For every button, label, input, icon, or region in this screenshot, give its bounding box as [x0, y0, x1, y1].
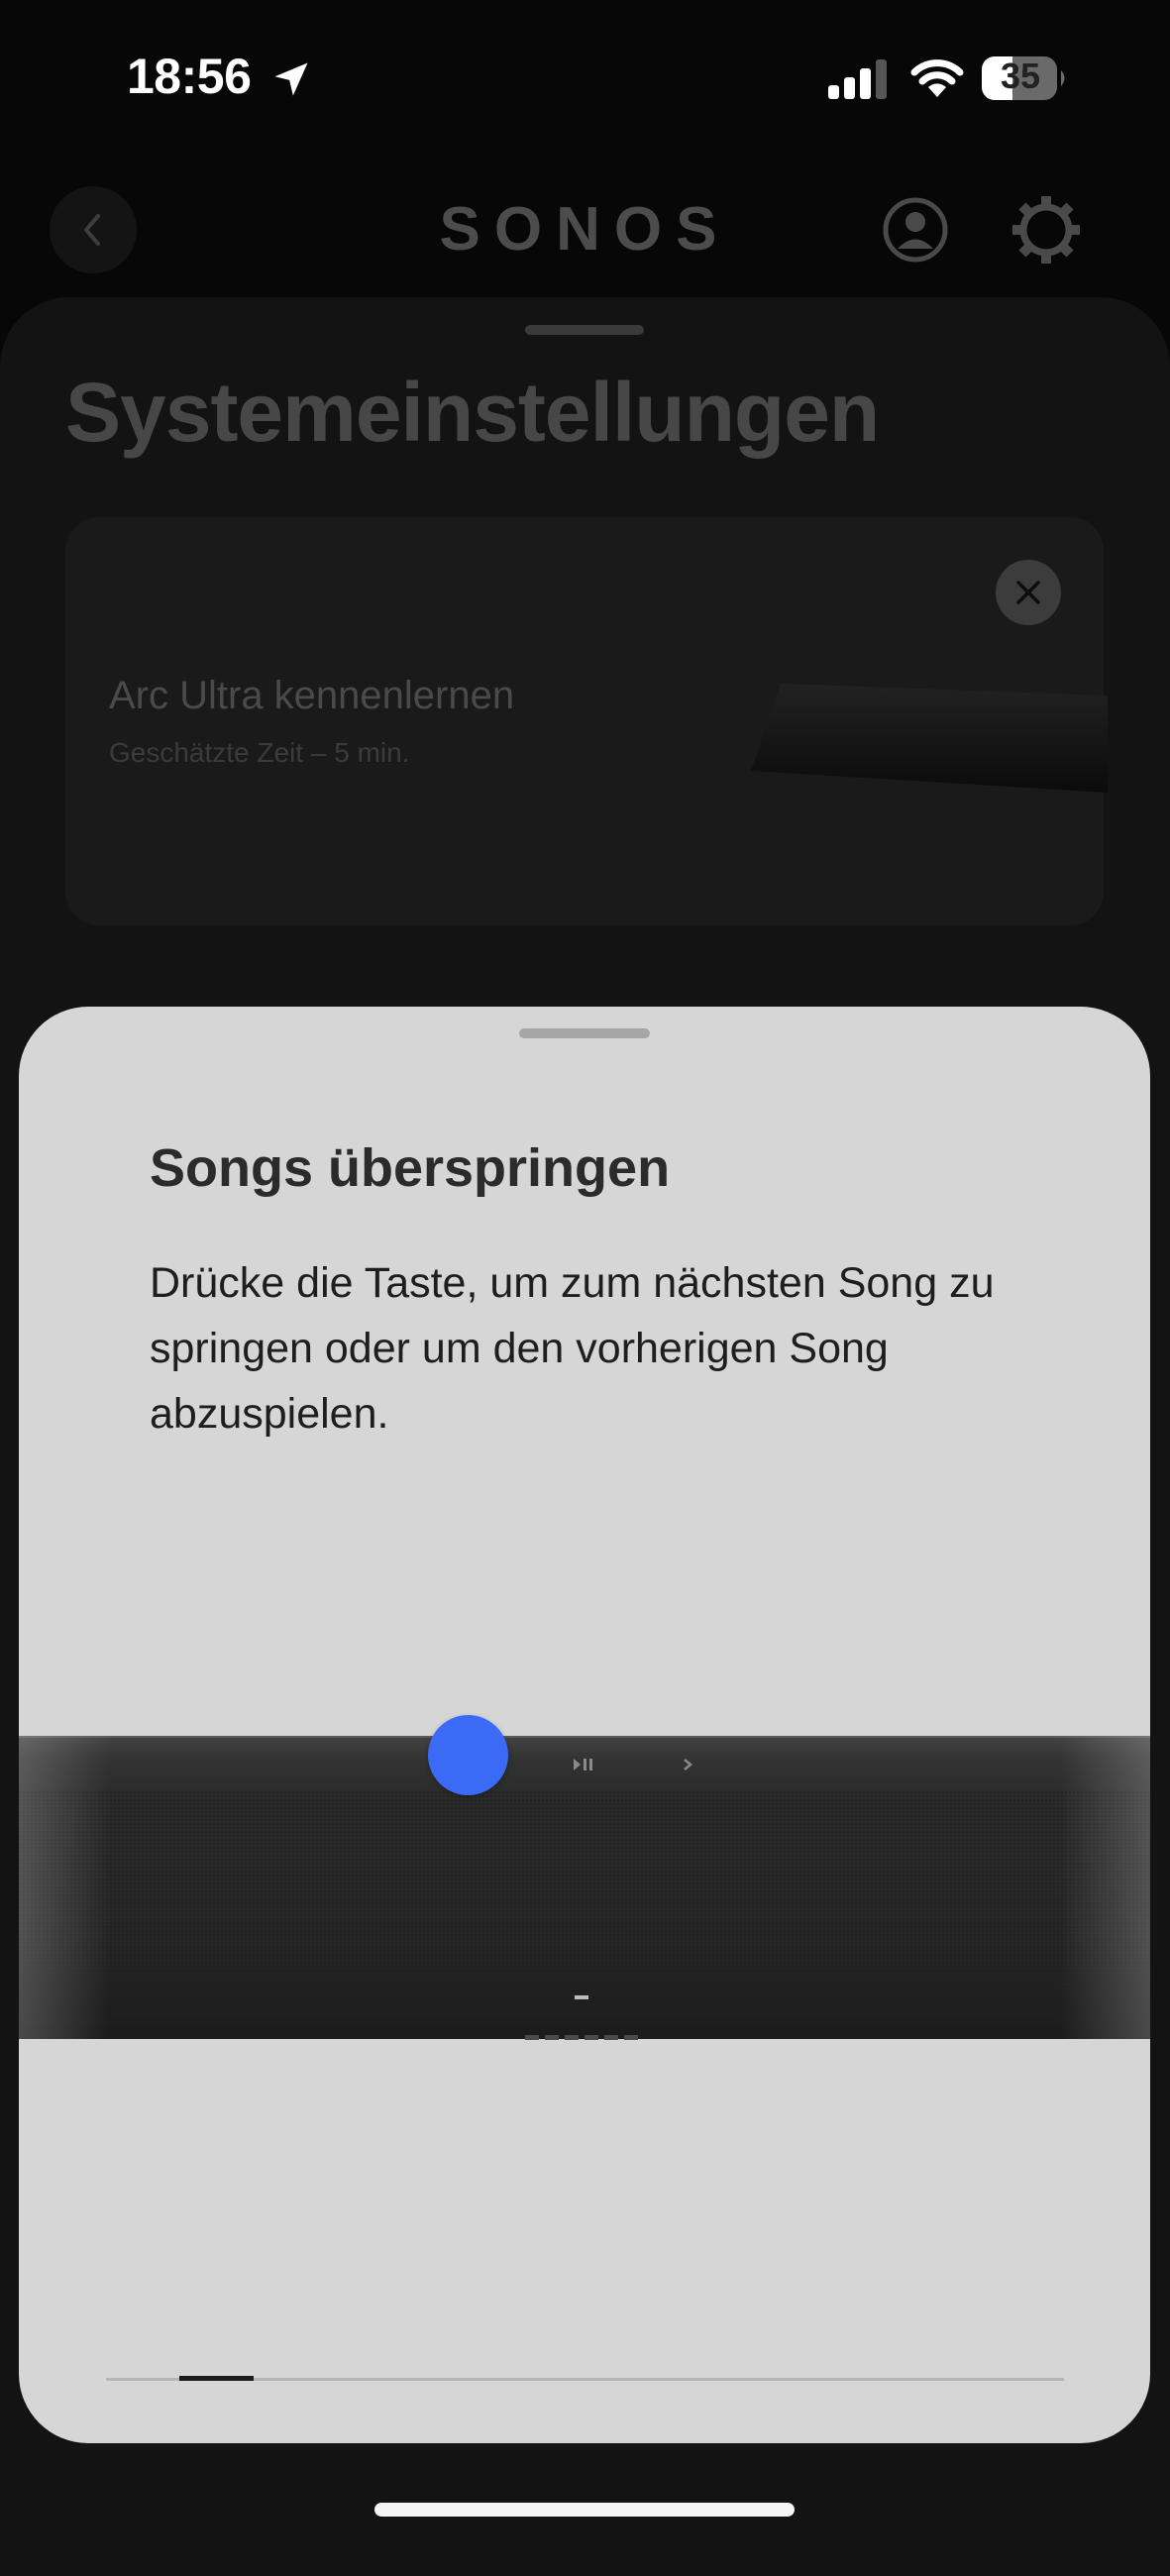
- next-icon: [684, 1759, 692, 1771]
- signal-icon: [828, 59, 887, 99]
- close-icon: [1016, 581, 1040, 604]
- play-pause-icon: [574, 1759, 592, 1771]
- sheet-description: Drücke die Taste, um zum nächsten Song z…: [150, 1259, 995, 1438]
- soundbar-image: [751, 684, 1108, 793]
- status-light-strip: [525, 2035, 638, 2040]
- sheet-title: Songs überspringen: [150, 1138, 671, 1198]
- page-title: Systemeinstellungen: [65, 366, 880, 459]
- promo-subtitle: Geschätzte Zeit – 5 min.: [109, 737, 410, 768]
- account-icon[interactable]: [882, 196, 949, 264]
- home-indicator[interactable]: [374, 2503, 795, 2517]
- promo-title: Arc Ultra kennenlernen: [109, 674, 515, 717]
- wifi-icon: [910, 59, 964, 97]
- touch-indicator: [428, 1715, 508, 1795]
- location-arrow-icon: [274, 62, 308, 96]
- promo-close-button[interactable]: [996, 560, 1061, 625]
- sheet-handle[interactable]: [519, 1028, 650, 1038]
- battery-level: 35: [1000, 55, 1041, 96]
- gear-icon[interactable]: [1009, 192, 1084, 268]
- tutorial-progress-fill: [179, 2376, 254, 2381]
- background-sheet-handle: [525, 325, 644, 335]
- soundbar-illustration: [19, 1736, 1150, 2043]
- app-logo: SONOS: [439, 195, 731, 264]
- status-time: 18:56: [127, 49, 252, 104]
